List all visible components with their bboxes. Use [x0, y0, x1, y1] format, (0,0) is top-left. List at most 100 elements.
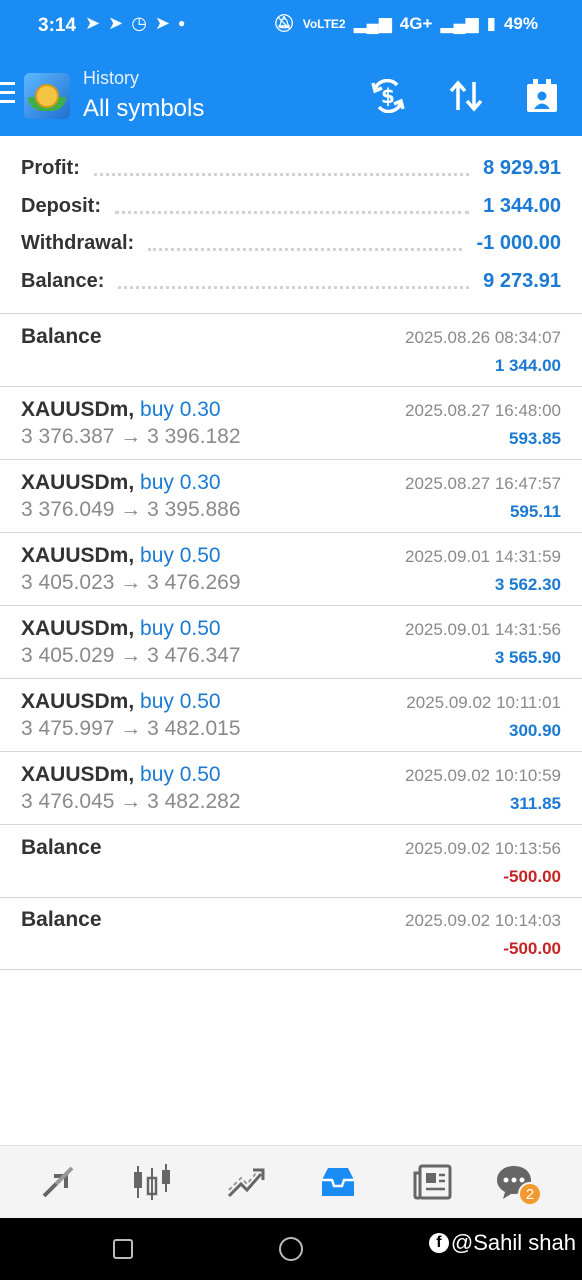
summary-value: 8 929.91	[483, 156, 561, 179]
deal-row[interactable]: XAUUSDm, buy 0.50 3 405.029 → 3 476.347 …	[0, 606, 582, 679]
dotted-leader	[115, 210, 470, 214]
deal-time: 2025.08.26 08:34:07	[405, 328, 561, 347]
deal-type: buy 0.50	[140, 690, 221, 713]
deal-row[interactable]: XAUUSDm, buy 0.30 3 376.049 → 3 395.886 …	[0, 460, 582, 533]
chat-badge: 2	[518, 1182, 542, 1206]
deal-time: 2025.08.27 16:48:00	[405, 401, 561, 420]
watermark-text: @Sahil shah	[450, 1230, 576, 1255]
dotted-leader	[148, 247, 463, 251]
deal-profit: 593.85	[509, 429, 561, 448]
app-bar: History All symbols $	[0, 54, 582, 136]
deal-symbol: XAUUSDm, buy 0.30	[21, 398, 221, 421]
telegram-icon: ➤	[154, 13, 170, 33]
dot-icon: ●	[178, 16, 186, 30]
deal-symbol: XAUUSDm, buy 0.50	[21, 763, 221, 786]
chat-icon[interactable]: 2	[492, 1160, 542, 1206]
recents-button[interactable]	[113, 1239, 133, 1259]
deal-time: 2025.09.01 14:31:56	[405, 620, 561, 639]
deal-symbol: Balance	[21, 325, 102, 348]
deal-prices: 3 405.023 → 3 476.269	[21, 571, 241, 594]
telegram-icon: ➤	[108, 13, 124, 33]
deal-time: 2025.09.02 10:10:59	[405, 766, 561, 785]
deal-symbol: Balance	[21, 836, 102, 859]
deal-symbol: XAUUSDm, buy 0.50	[21, 544, 221, 567]
deal-profit: 1 344.00	[494, 356, 561, 375]
watermark: f @Sahil shah	[428, 1230, 576, 1256]
summary-label: Profit:	[21, 156, 80, 179]
deal-profit: -500.00	[503, 867, 561, 886]
deal-prices: 3 376.049 → 3 395.886	[21, 498, 241, 521]
summary-row-profit: Profit: 8 929.91	[21, 153, 561, 183]
summary-value: -1 000.00	[476, 231, 561, 254]
deal-profit: 300.90	[509, 721, 561, 740]
deal-row[interactable]: Balance 2025.09.02 10:14:03 -500.00	[0, 897, 582, 970]
svg-text:$: $	[381, 84, 395, 108]
deal-profit: 595.11	[509, 502, 561, 521]
summary-row-withdrawal: Withdrawal: -1 000.00	[21, 228, 561, 258]
trade-icon[interactable]	[223, 1160, 267, 1204]
deal-symbol: XAUUSDm, buy 0.50	[21, 617, 221, 640]
status-right: 🔕︎ VoLTE2 ▂▄▆ 4G+ ▂▄▆ ▮ 49%	[273, 14, 538, 34]
home-button[interactable]	[279, 1237, 303, 1261]
deal-prices: 3 475.997 → 3 482.015	[21, 717, 241, 740]
deal-symbol: XAUUSDm, buy 0.30	[21, 471, 221, 494]
calendar-icon[interactable]	[522, 76, 562, 116]
deal-symbol: XAUUSDm, buy 0.50	[21, 690, 221, 713]
deal-profit: 3 565.90	[494, 648, 561, 667]
deal-time: 2025.09.02 10:11:01	[406, 693, 561, 712]
sort-icon[interactable]	[446, 76, 486, 116]
deal-prices: 3 376.387 → 3 396.182	[21, 425, 241, 448]
deal-row[interactable]: XAUUSDm, buy 0.30 3 376.387 → 3 396.182 …	[0, 387, 582, 460]
dotted-leader	[93, 172, 470, 176]
history-icon[interactable]	[316, 1160, 360, 1204]
deal-prices: 3 405.029 → 3 476.347	[21, 644, 241, 667]
menu-icon[interactable]	[0, 82, 16, 106]
summary-row-deposit: Deposit: 1 344.00	[21, 191, 561, 221]
deal-profit: 3 562.30	[494, 575, 561, 594]
deal-type: buy 0.30	[140, 398, 221, 421]
deal-type: buy 0.50	[140, 763, 221, 786]
mute-icon: 🔕︎	[273, 14, 295, 33]
deal-type: buy 0.30	[140, 471, 221, 494]
deal-time: 2025.09.02 10:13:56	[405, 839, 561, 858]
summary-value: 1 344.00	[483, 194, 561, 217]
history-summary: Profit: 8 929.91 Deposit: 1 344.00 Withd…	[0, 136, 582, 314]
deal-row[interactable]: XAUUSDm, buy 0.50 3 475.997 → 3 482.015 …	[0, 679, 582, 752]
signal-icon: ▂▄▆	[353, 14, 392, 33]
quotes-icon[interactable]	[36, 1160, 80, 1204]
summary-label: Balance:	[21, 269, 105, 292]
deal-prices: 3 476.045 → 3 482.282	[21, 790, 241, 813]
bottom-navigation: 2	[0, 1145, 582, 1218]
deal-row[interactable]: Balance 2025.08.26 08:34:07 1 344.00	[0, 314, 582, 387]
page-title[interactable]: All symbols	[83, 95, 204, 123]
deal-time: 2025.09.02 10:14:03	[405, 911, 561, 930]
status-time: 3:14	[38, 15, 77, 36]
summary-label: Withdrawal:	[21, 231, 135, 254]
summary-row-balance: Balance: 9 273.91	[21, 266, 561, 296]
notification-icons: ➤ ➤ ◷ ➤ ●	[85, 13, 185, 34]
signal-icon: ▂▄▆	[440, 14, 479, 33]
telegram-icon: ➤	[85, 13, 101, 33]
volte-icon: VoLTE2	[302, 16, 346, 31]
deal-type: buy 0.50	[140, 617, 221, 640]
currency-exchange-icon[interactable]: $	[368, 76, 408, 116]
dotted-leader	[118, 285, 470, 289]
facebook-icon: f	[428, 1233, 449, 1253]
deal-row[interactable]: XAUUSDm, buy 0.50 3 405.023 → 3 476.269 …	[0, 533, 582, 606]
news-icon[interactable]	[410, 1160, 454, 1204]
status-bar: 3:14 ➤ ➤ ◷ ➤ ● 🔕︎ VoLTE2 ▂▄▆ 4G+ ▂▄▆ ▮ 4…	[0, 0, 582, 54]
system-navigation-bar: f @Sahil shah	[0, 1218, 582, 1280]
whatsapp-icon: ◷	[131, 13, 147, 33]
deal-row[interactable]: XAUUSDm, buy 0.50 3 476.045 → 3 482.282 …	[0, 752, 582, 825]
deal-symbol: Balance	[21, 908, 102, 931]
battery-icon: ▮	[486, 14, 496, 33]
network-type: 4G+	[399, 14, 433, 33]
deal-type: buy 0.50	[140, 544, 221, 567]
deal-row[interactable]: Balance 2025.09.02 10:13:56 -500.00	[0, 825, 582, 898]
chart-icon[interactable]	[130, 1160, 174, 1204]
summary-label: Deposit:	[21, 194, 101, 217]
deal-profit: 311.85	[509, 794, 561, 813]
deal-time: 2025.08.27 16:47:57	[405, 474, 561, 493]
summary-value: 9 273.91	[483, 269, 561, 292]
deal-time: 2025.09.01 14:31:59	[405, 547, 561, 566]
